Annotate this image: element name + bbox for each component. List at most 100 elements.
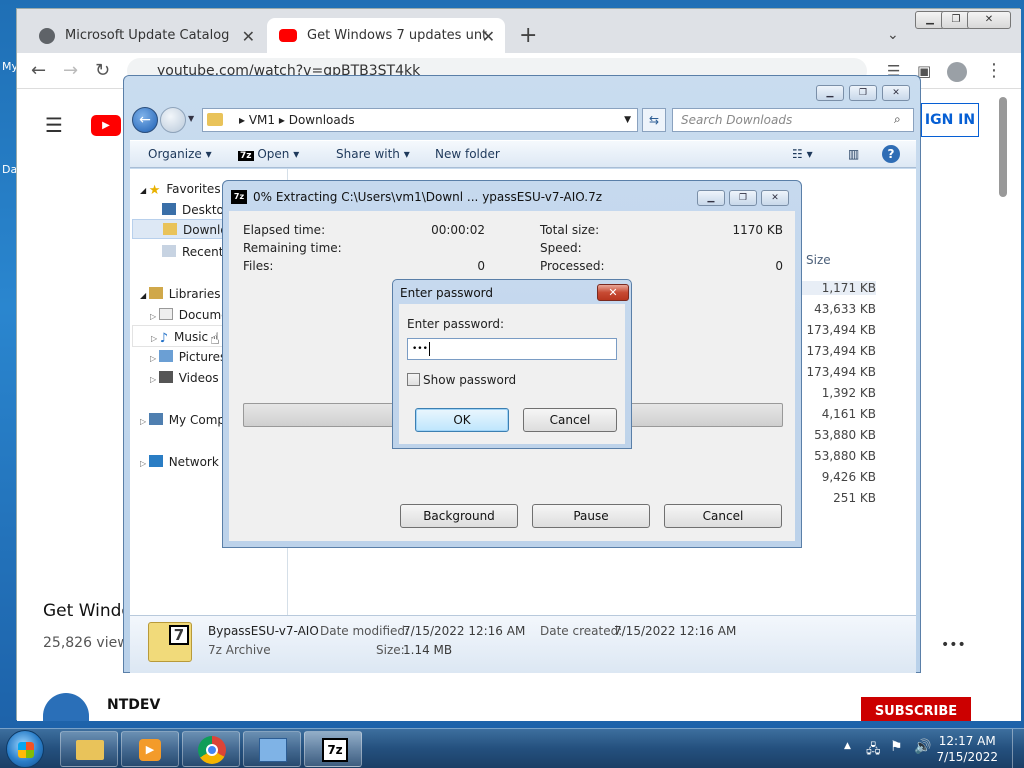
volume-icon[interactable]: 🔊 bbox=[914, 739, 931, 755]
explorer-minimize-button[interactable]: ▁ bbox=[816, 85, 844, 101]
back-arrow-icon[interactable]: ← bbox=[132, 107, 158, 133]
show-password-label[interactable]: Show password bbox=[423, 373, 516, 387]
video-title: Get Windo bbox=[43, 601, 132, 621]
close-tab-icon[interactable]: ✕ bbox=[482, 27, 495, 46]
refresh-icon[interactable]: ⇆ bbox=[642, 108, 666, 132]
tab-microsoft-update-catalog[interactable]: Microsoft Update Catalog ✕ bbox=[27, 18, 265, 53]
search-input[interactable]: Search Downloads bbox=[672, 108, 914, 132]
taskbar-clock[interactable]: 12:17 AM 7/15/2022 bbox=[936, 733, 998, 765]
column-header-size[interactable]: Size bbox=[806, 253, 831, 267]
help-icon[interactable]: ? bbox=[882, 145, 900, 163]
clock-time: 12:17 AM bbox=[938, 734, 996, 748]
youtube-icon bbox=[279, 29, 297, 42]
nav-network[interactable]: ▷ Network bbox=[140, 455, 219, 469]
hand-cursor-icon: ☝ bbox=[210, 329, 220, 348]
details-created-label: Date created: bbox=[540, 624, 623, 638]
channel-avatar[interactable] bbox=[43, 693, 89, 721]
globe-icon bbox=[39, 27, 55, 44]
show-hidden-icons[interactable]: ▲ bbox=[844, 741, 851, 751]
share-with-button[interactable]: Share with ▾ bbox=[336, 147, 410, 161]
file-size: 1,392 KB bbox=[821, 386, 876, 400]
cancel-password-button[interactable]: Cancel bbox=[523, 408, 617, 432]
background-button[interactable]: Background bbox=[400, 504, 518, 528]
clock-date: 7/15/2022 bbox=[936, 750, 998, 764]
recent-pages-icon[interactable]: ▼ bbox=[188, 114, 194, 123]
organize-button[interactable]: Organize ▾ bbox=[148, 147, 212, 161]
extraction-close-button[interactable]: ✕ bbox=[761, 190, 789, 206]
pause-button[interactable]: Pause bbox=[532, 504, 650, 528]
nav-favorites[interactable]: ◢ ★ Favorites bbox=[140, 182, 221, 196]
details-modified-label: Date modified: bbox=[320, 624, 410, 638]
music-note-icon: ♪ bbox=[159, 331, 168, 346]
details-size-label: Size: bbox=[376, 643, 405, 657]
action-center-flag-icon[interactable]: ⚑ bbox=[890, 739, 903, 755]
nav-libraries[interactable]: ◢ Libraries bbox=[140, 287, 221, 301]
documents-icon bbox=[158, 308, 173, 320]
forward-icon[interactable]: → bbox=[63, 61, 78, 81]
explorer-close-button[interactable]: ✕ bbox=[882, 85, 910, 101]
speed-label: Speed: bbox=[540, 241, 582, 255]
address-dropdown-icon[interactable]: ▼ bbox=[624, 109, 631, 131]
file-size: 173,494 KB bbox=[806, 344, 876, 358]
menu-icon[interactable]: ⋮ bbox=[985, 61, 1003, 81]
breadcrumb-vm1[interactable]: VM1 bbox=[249, 113, 275, 127]
taskbar-control-panel[interactable] bbox=[243, 731, 301, 767]
extraction-minimize-button[interactable]: ▁ bbox=[697, 190, 725, 206]
7zip-icon: 7z bbox=[238, 151, 254, 161]
reload-icon[interactable]: ↻ bbox=[95, 61, 110, 81]
chrome-icon bbox=[198, 736, 226, 764]
network-tray-icon[interactable]: 🖧 bbox=[866, 740, 881, 762]
details-filetype: 7z Archive bbox=[208, 643, 271, 657]
profile-icon[interactable] bbox=[947, 62, 967, 82]
show-password-checkbox[interactable] bbox=[407, 373, 420, 386]
extraction-maximize-button[interactable]: ❐ bbox=[729, 190, 757, 206]
text-caret bbox=[428, 342, 430, 356]
computer-icon bbox=[148, 413, 163, 425]
subscribe-button[interactable]: SUBSCRIBE bbox=[861, 697, 971, 721]
cancel-extraction-button[interactable]: Cancel bbox=[664, 504, 782, 528]
forward-arrow-icon[interactable] bbox=[160, 107, 186, 133]
taskbar-7zip[interactable]: 7z bbox=[304, 731, 362, 767]
close-tab-icon[interactable]: ✕ bbox=[242, 27, 255, 46]
close-button[interactable]: ✕ bbox=[967, 11, 1011, 29]
password-masked-value: ••• bbox=[412, 344, 428, 354]
new-tab-button[interactable]: + bbox=[519, 23, 537, 48]
new-folder-button[interactable]: New folder bbox=[435, 147, 500, 161]
show-desktop-button[interactable] bbox=[1012, 729, 1024, 768]
details-size-value: 1.14 MB bbox=[403, 643, 453, 657]
desktop-label-2[interactable]: Da bbox=[2, 163, 17, 176]
ok-button[interactable]: OK bbox=[415, 408, 509, 432]
start-button[interactable] bbox=[6, 730, 44, 768]
taskbar-media-player[interactable]: ▶ bbox=[121, 731, 179, 767]
more-options-button[interactable]: ••• bbox=[941, 637, 966, 653]
password-input[interactable]: ••• bbox=[407, 338, 617, 360]
channel-name[interactable]: NTDEV bbox=[107, 697, 160, 713]
password-dialog-body: Enter password: ••• Show password OK Can… bbox=[399, 304, 625, 444]
scrollbar[interactable] bbox=[999, 97, 1007, 197]
youtube-logo-icon[interactable]: ▶ bbox=[91, 115, 121, 136]
taskbar-chrome[interactable] bbox=[182, 731, 240, 767]
tab-youtube[interactable]: Get Windows 7 updates until 20 ✕ bbox=[267, 18, 505, 53]
view-options-icon[interactable]: ☷ ▾ bbox=[792, 147, 813, 161]
preview-pane-icon[interactable]: ▥ bbox=[848, 147, 859, 161]
chrome-tab-strip: Microsoft Update Catalog ✕ Get Windows 7… bbox=[17, 9, 1021, 53]
hamburger-menu-icon[interactable]: ☰ bbox=[45, 113, 63, 137]
total-size-value: 1170 KB bbox=[732, 223, 783, 237]
sign-in-button[interactable]: IGN IN bbox=[921, 103, 979, 137]
processed-label: Processed: bbox=[540, 259, 605, 273]
file-size: 173,494 KB bbox=[806, 323, 876, 337]
folder-icon bbox=[207, 113, 223, 126]
breadcrumb-downloads[interactable]: Downloads bbox=[289, 113, 355, 127]
explorer-command-bar: Organize ▾ 7z Open ▾ Share with ▾ New fo… bbox=[130, 140, 916, 168]
back-icon[interactable]: ← bbox=[31, 61, 46, 81]
explorer-navbar: ← ▼ ▸ VM1 ▸ Downloads ▼ ⇆ Search Downloa… bbox=[130, 104, 916, 136]
taskbar-explorer[interactable] bbox=[60, 731, 118, 767]
password-close-button[interactable]: ✕ bbox=[597, 284, 629, 301]
tab-search-icon[interactable]: ⌄ bbox=[887, 27, 899, 43]
explorer-maximize-button[interactable]: ❐ bbox=[849, 85, 877, 101]
remaining-label: Remaining time: bbox=[243, 241, 342, 255]
address-breadcrumb[interactable]: ▸ VM1 ▸ Downloads ▼ bbox=[202, 108, 638, 132]
open-button[interactable]: 7z Open ▾ bbox=[238, 147, 299, 161]
search-icon[interactable]: ⌕ bbox=[894, 112, 901, 127]
file-size: 9,426 KB bbox=[821, 470, 876, 484]
